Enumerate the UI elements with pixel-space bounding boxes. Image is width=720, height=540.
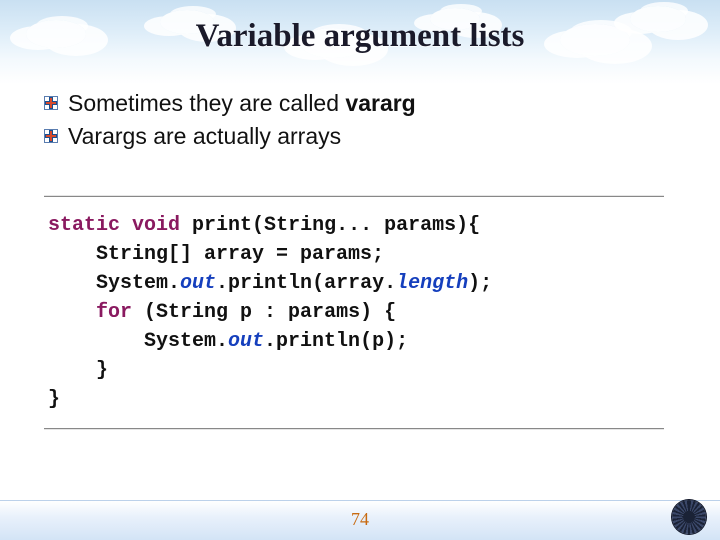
- code-block: static void print(String... params){ Str…: [44, 196, 664, 429]
- plus-bullet-icon: [44, 129, 58, 143]
- page-number: 74: [0, 509, 720, 530]
- bullet-text: Varargs are actually arrays: [68, 121, 341, 152]
- logo-seal-icon: [672, 500, 706, 534]
- list-item: Varargs are actually arrays: [44, 121, 680, 152]
- list-item: Sometimes they are called vararg: [44, 88, 680, 119]
- slide-title: Variable argument lists: [0, 18, 720, 55]
- plus-bullet-icon: [44, 96, 58, 110]
- bullet-list: Sometimes they are called vararg Varargs…: [44, 88, 680, 154]
- bullet-text: Sometimes they are called vararg: [68, 88, 416, 119]
